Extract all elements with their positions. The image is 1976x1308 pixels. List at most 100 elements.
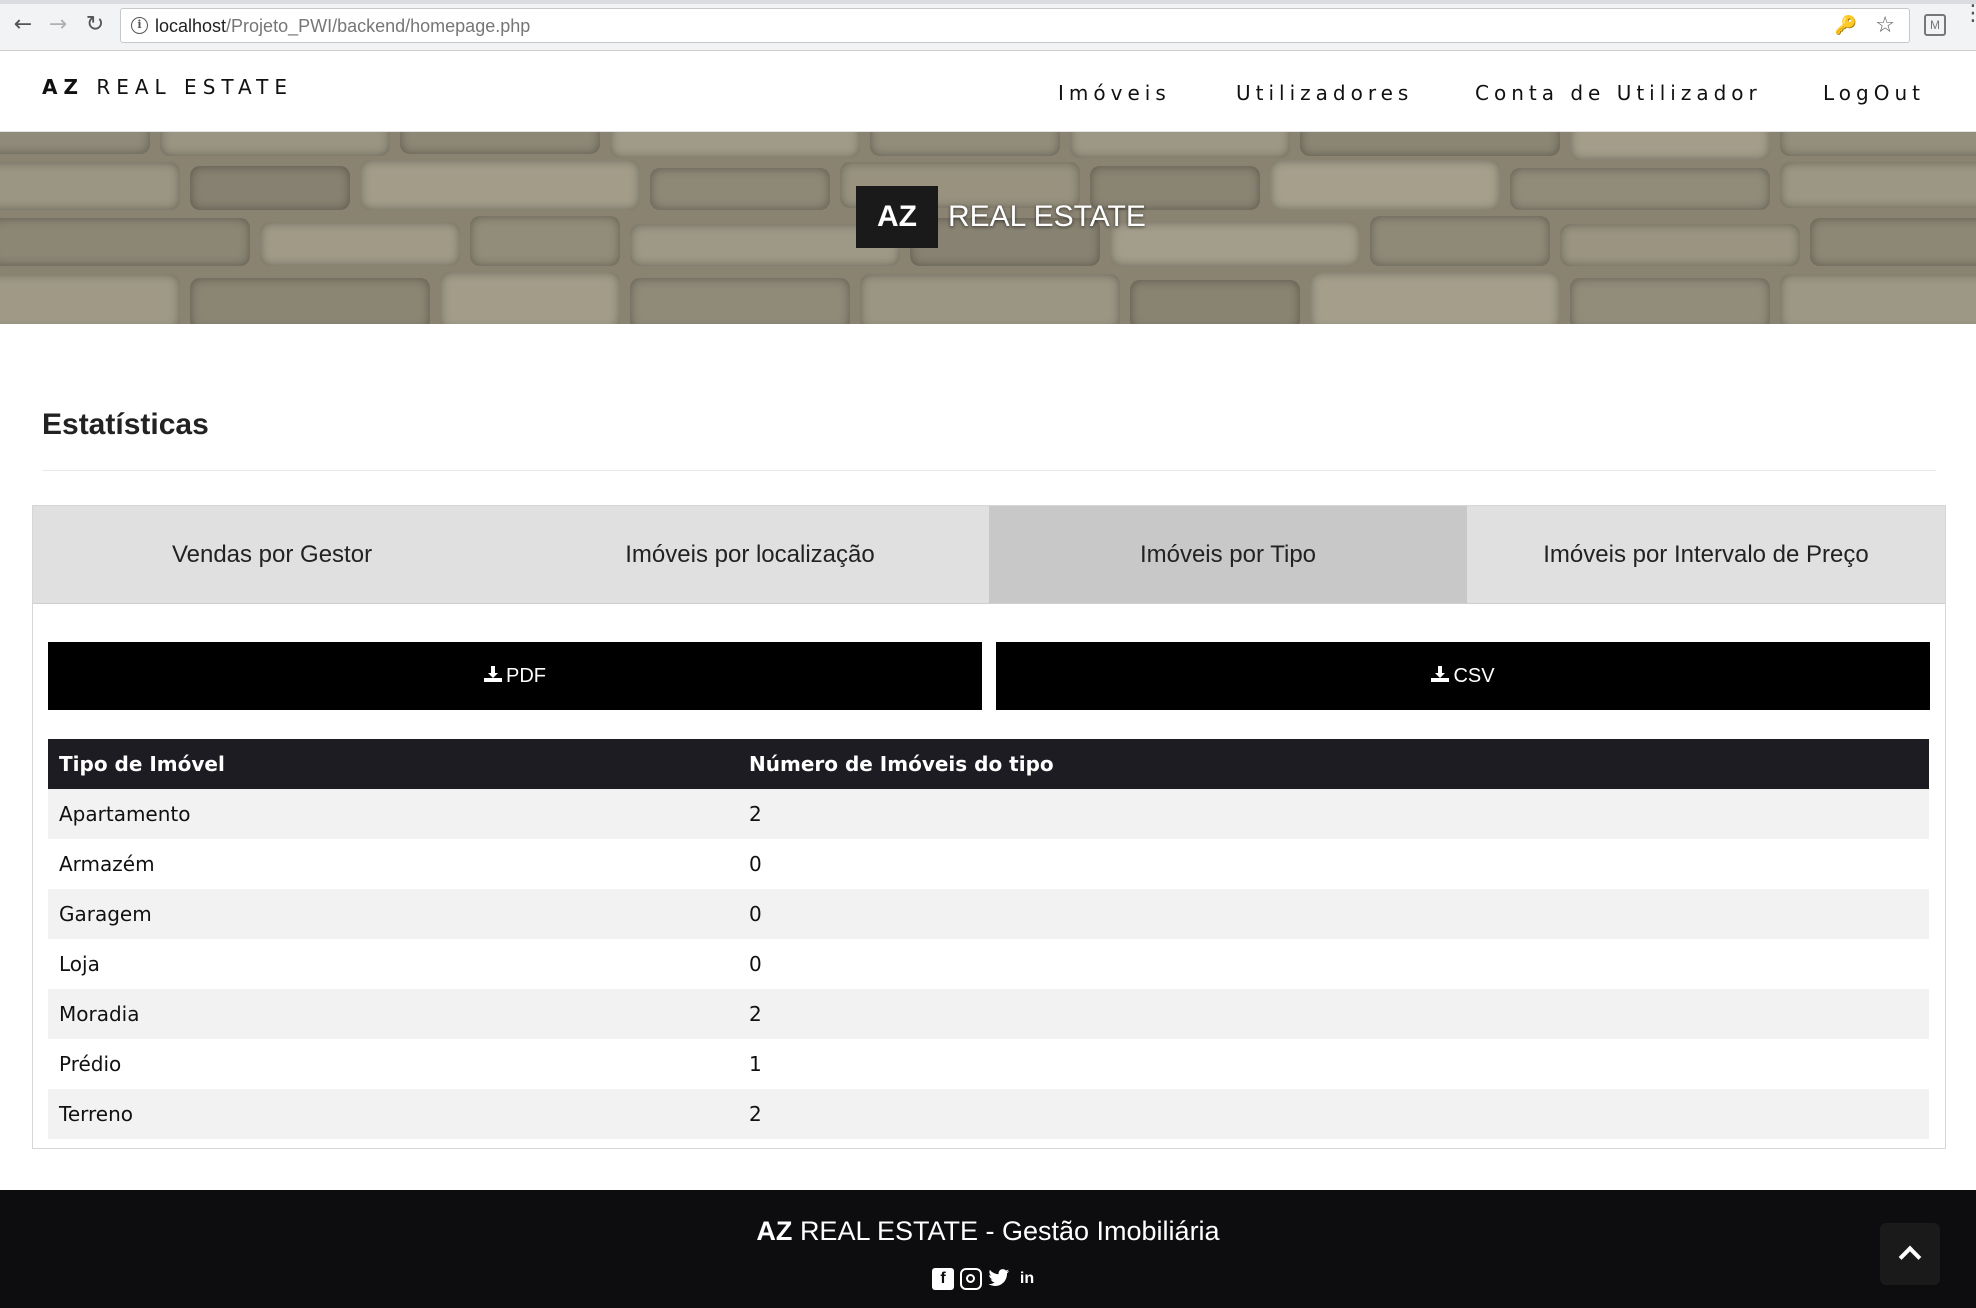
table-header-row: Tipo de Imóvel Número de Imóveis do tipo: [48, 739, 1929, 789]
stone: [190, 278, 430, 324]
stone: [440, 272, 620, 324]
table-row: Terreno 2: [48, 1089, 1929, 1139]
bookmark-star-icon[interactable]: ☆: [1875, 13, 1895, 38]
cell-numero: 0: [738, 939, 1929, 989]
footer-title-rest: REAL ESTATE - Gestão Imobiliária: [799, 1216, 1220, 1246]
tab-imoveis-por-localizacao[interactable]: Imóveis por localização: [511, 506, 989, 603]
scroll-to-top-button[interactable]: [1880, 1223, 1940, 1285]
nav-logout[interactable]: LogOut: [1823, 81, 1925, 105]
stone: [610, 132, 860, 158]
stone: [160, 132, 390, 156]
stone: [1560, 224, 1800, 266]
browser-toolbar: ← → ↻ i localhost/Projeto_PWI/backend/ho…: [0, 0, 1976, 51]
social-links: f in: [932, 1268, 1038, 1290]
reload-icon[interactable]: ↻: [82, 12, 108, 38]
cell-tipo: Armazém: [48, 839, 738, 889]
divider: [42, 470, 1936, 471]
stone: [1270, 160, 1500, 210]
facebook-icon[interactable]: f: [932, 1268, 954, 1290]
chevron-up-icon: [1898, 1245, 1922, 1269]
stone: [0, 274, 180, 324]
site-footer: AZ REAL ESTATE - Gestão Imobiliária f in: [0, 1190, 1976, 1308]
stone: [260, 222, 460, 266]
column-header-tipo: Tipo de Imóvel: [48, 739, 738, 789]
download-icon: [1431, 642, 1450, 710]
cell-tipo: Moradia: [48, 989, 738, 1039]
tab-imoveis-por-intervalo-preco[interactable]: Imóveis por Intervalo de Preço: [1467, 506, 1945, 603]
url-path: /Projeto_PWI/backend/homepage.php: [226, 16, 531, 36]
download-pdf-button[interactable]: PDF: [48, 642, 982, 710]
browser-menu-icon[interactable]: ⋮: [1962, 3, 1976, 25]
stone: [1780, 162, 1976, 208]
table-row: Prédio 1: [48, 1039, 1929, 1089]
brand-logo[interactable]: AZ REAL ESTATE: [42, 75, 293, 99]
download-pdf-label: PDF: [506, 665, 546, 687]
extension-icon[interactable]: M: [1924, 14, 1946, 36]
footer-title: AZ REAL ESTATE - Gestão Imobiliária: [0, 1216, 1976, 1247]
table-row: Loja 0: [48, 939, 1929, 989]
nav-utilizadores[interactable]: Utilizadores: [1236, 81, 1413, 105]
stone: [0, 162, 180, 210]
url-host: localhost: [155, 16, 227, 36]
tab-bar: Vendas por Gestor Imóveis por localizaçã…: [33, 506, 1945, 604]
stone: [470, 216, 620, 266]
cell-numero: 2: [738, 789, 1929, 839]
key-icon[interactable]: 🔑: [1835, 15, 1857, 36]
stone: [860, 274, 1120, 324]
hero-logo-text: REAL ESTATE: [948, 200, 1146, 233]
stats-panel: Vendas por Gestor Imóveis por localizaçã…: [32, 505, 1946, 1149]
tab-imoveis-por-tipo[interactable]: Imóveis por Tipo: [989, 506, 1467, 603]
stone: [1810, 218, 1976, 266]
cell-tipo: Prédio: [48, 1039, 738, 1089]
stone: [1570, 278, 1770, 324]
stats-table: Tipo de Imóvel Número de Imóveis do tipo…: [48, 739, 1929, 1139]
cell-tipo: Garagem: [48, 889, 738, 939]
footer-title-bold: AZ: [756, 1216, 793, 1246]
download-csv-button[interactable]: CSV: [996, 642, 1930, 710]
table-row: Apartamento 2: [48, 789, 1929, 839]
cell-numero: 1: [738, 1039, 1929, 1089]
stone: [190, 166, 350, 210]
cell-numero: 2: [738, 989, 1929, 1039]
linkedin-icon[interactable]: in: [1016, 1268, 1038, 1290]
table-row: Armazém 0: [48, 839, 1929, 889]
stone: [1070, 132, 1290, 158]
stone: [1510, 168, 1770, 210]
instagram-icon[interactable]: [960, 1268, 982, 1290]
brand-rest: REAL ESTATE: [96, 75, 294, 99]
cell-numero: 2: [738, 1089, 1929, 1139]
info-icon[interactable]: i: [131, 17, 148, 34]
site-header: AZ REAL ESTATE Imóveis Utilizadores Cont…: [0, 51, 1976, 132]
stone: [1780, 132, 1976, 156]
stone: [870, 132, 1060, 156]
stone: [0, 218, 250, 266]
stone: [1780, 274, 1976, 324]
stone: [1570, 132, 1770, 160]
column-header-numero: Número de Imóveis do tipo: [738, 739, 1929, 789]
stone: [360, 160, 640, 210]
stone: [1130, 280, 1300, 324]
forward-icon[interactable]: →: [45, 12, 71, 38]
stone: [0, 132, 150, 154]
table-row: Garagem 0: [48, 889, 1929, 939]
twitter-icon[interactable]: [988, 1268, 1010, 1290]
table-row: Moradia 2: [48, 989, 1929, 1039]
nav-imoveis[interactable]: Imóveis: [1058, 81, 1171, 105]
stone: [1310, 272, 1560, 324]
stone: [650, 168, 830, 210]
cell-numero: 0: [738, 889, 1929, 939]
hero-logo-box: AZ: [856, 186, 938, 248]
back-icon[interactable]: ←: [10, 12, 36, 38]
stone: [400, 132, 600, 154]
stone: [1370, 216, 1550, 266]
stone: [1110, 222, 1360, 266]
brand-bold: AZ: [42, 75, 84, 99]
nav-conta-utilizador[interactable]: Conta de Utilizador: [1475, 81, 1762, 105]
page-title: Estatísticas: [42, 408, 209, 441]
cell-tipo: Apartamento: [48, 789, 738, 839]
address-url[interactable]: localhost/Projeto_PWI/backend/homepage.p…: [155, 16, 530, 37]
tab-vendas-por-gestor[interactable]: Vendas por Gestor: [33, 506, 511, 603]
cell-numero: 0: [738, 839, 1929, 889]
address-bar[interactable]: i localhost/Projeto_PWI/backend/homepage…: [120, 8, 1910, 43]
cell-tipo: Loja: [48, 939, 738, 989]
